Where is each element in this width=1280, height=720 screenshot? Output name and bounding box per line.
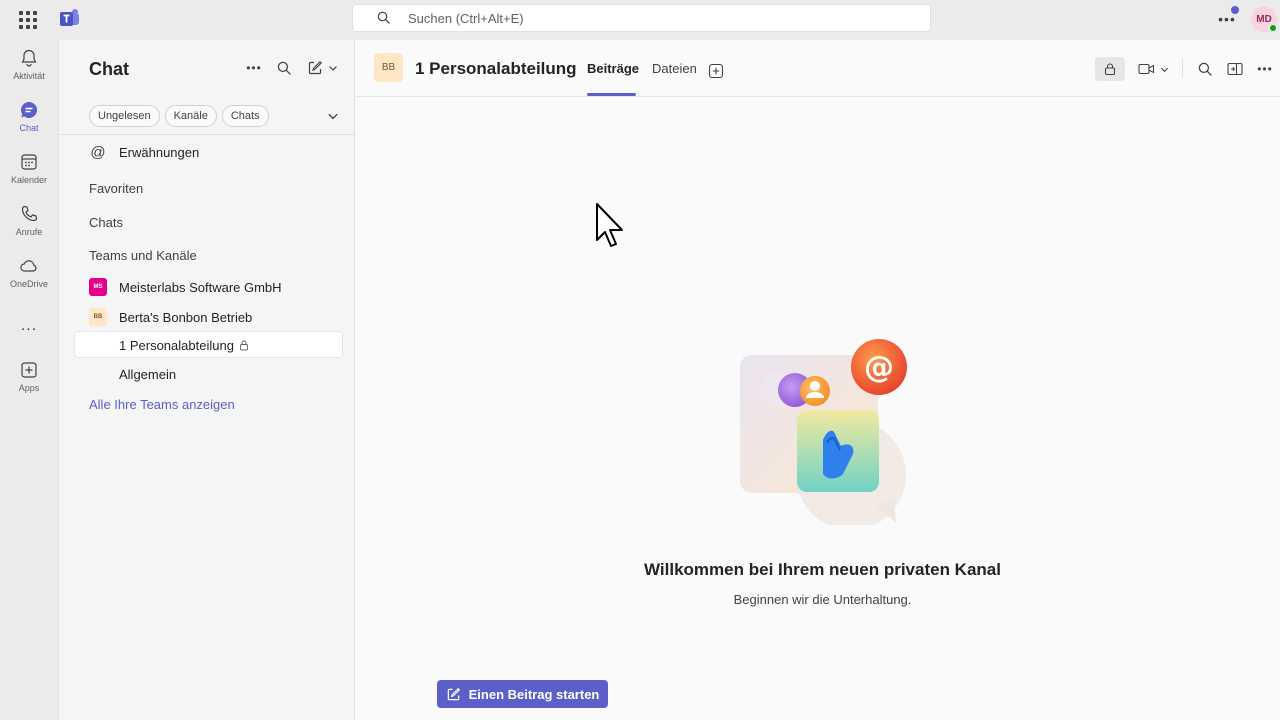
channel-search-button[interactable] — [1195, 57, 1215, 81]
presence-available-icon — [1268, 23, 1278, 33]
apps-add-icon — [21, 362, 37, 378]
more-icon: ... — [20, 317, 38, 334]
video-camera-icon — [1137, 63, 1154, 75]
mouse-pointer-icon — [596, 203, 623, 247]
teams-channels-section[interactable]: Teams und Kanäle — [89, 248, 197, 263]
tab-posts[interactable]: Beiträge — [587, 61, 639, 76]
team-item-meisterlabs[interactable]: MS Meisterlabs Software GmbH — [89, 278, 282, 296]
divider — [59, 134, 355, 135]
rail-item-calendar[interactable]: Kalender — [0, 152, 58, 200]
compose-icon — [447, 687, 460, 700]
search-bar[interactable] — [352, 4, 931, 32]
rail-label: OneDrive — [9, 279, 48, 289]
phone-icon — [21, 205, 38, 222]
filter-unread[interactable]: Ungelesen — [89, 105, 160, 127]
notification-dot — [1231, 6, 1239, 14]
welcome-subtitle: Beginnen wir die Unterhaltung. — [733, 592, 912, 607]
chevron-down-icon — [1160, 67, 1168, 72]
svg-text:@: @ — [864, 350, 894, 385]
chats-section[interactable]: Chats — [89, 215, 123, 230]
welcome-illustration: @ — [740, 339, 907, 525]
mentions-label: Erwähnungen — [119, 145, 200, 160]
rail-item-more[interactable]: ... — [0, 318, 58, 366]
search-input[interactable] — [408, 10, 808, 26]
channel-header: BB 1 Personalabteilung Beiträge Dateien … — [355, 40, 1280, 97]
chat-list-panel: Chat ••• Ungelesen Kanäle Chats @ Erwähn… — [58, 40, 355, 720]
app-launcher-icon[interactable] — [17, 9, 37, 29]
search-icon — [377, 11, 390, 24]
avatar[interactable]: MD — [1251, 6, 1278, 33]
meet-now-button[interactable] — [1135, 57, 1171, 81]
filter-chats[interactable]: Chats — [221, 105, 269, 127]
filter-channels[interactable]: Kanäle — [164, 105, 217, 127]
rail-item-activity[interactable]: Aktivität — [0, 48, 58, 96]
search-icon — [1198, 62, 1212, 76]
app-rail: Aktivität Chat Kalender Anrufe OneDrive … — [0, 40, 58, 720]
rail-label: Apps — [18, 383, 40, 393]
filter-search-icon[interactable] — [272, 56, 296, 80]
rail-label: Anrufe — [15, 227, 43, 237]
rail-label: Kalender — [10, 175, 48, 185]
title-bar: ••• MD — [0, 0, 1280, 40]
more-options-icon[interactable]: ••• — [1255, 57, 1275, 81]
open-side-panel-button[interactable] — [1225, 57, 1245, 81]
channel-team-avatar: BB — [374, 53, 403, 82]
channel-lock-button[interactable] — [1095, 57, 1125, 81]
welcome-title: Willkommen bei Ihrem neuen privaten Kana… — [644, 560, 1001, 579]
chevron-down-icon — [328, 66, 337, 71]
show-all-teams-link[interactable]: Alle Ihre Teams anzeigen — [89, 397, 235, 412]
team-name: Berta's Bonbon Betrieb — [119, 309, 253, 325]
add-tab-button[interactable] — [708, 59, 724, 83]
team-avatar: MS — [89, 278, 107, 296]
channel-name: 1 Personalabteilung — [119, 338, 234, 353]
add-tab-icon — [708, 63, 724, 79]
more-options-icon[interactable]: ••• — [242, 56, 266, 80]
team-item-berta[interactable]: BB Berta's Bonbon Betrieb — [89, 308, 252, 326]
new-chat-button[interactable] — [302, 56, 342, 80]
teams-logo-icon — [60, 9, 79, 26]
at-sign-icon: @ — [90, 144, 106, 161]
chat-icon — [21, 102, 37, 118]
bell-icon — [21, 49, 37, 67]
start-post-label: Einen Beitrag starten — [468, 686, 600, 702]
lock-icon — [240, 340, 248, 351]
tab-files[interactable]: Dateien — [652, 61, 697, 76]
favorites-section[interactable]: Favoriten — [89, 181, 143, 196]
start-post-button[interactable]: Einen Beitrag starten — [437, 680, 608, 708]
rail-item-chat[interactable]: Chat — [0, 100, 58, 148]
team-avatar: BB — [89, 308, 107, 326]
rail-item-onedrive[interactable]: OneDrive — [0, 256, 58, 304]
channel-main-area: BB 1 Personalabteilung Beiträge Dateien … — [355, 40, 1280, 720]
divider — [1182, 58, 1183, 78]
active-tab-indicator — [587, 93, 636, 96]
channel-item-allgemein[interactable]: Allgemein — [119, 367, 176, 382]
channel-item-personalabteilung[interactable]: 1 Personalabteilung — [74, 331, 343, 358]
rail-label: Chat — [19, 123, 39, 133]
channel-title: 1 Personalabteilung — [415, 59, 577, 78]
rail-item-apps[interactable]: Apps — [0, 360, 58, 408]
team-name: Meisterlabs Software GmbH — [119, 279, 282, 295]
filter-expand-chevron-icon[interactable] — [321, 104, 345, 128]
lock-icon — [1104, 63, 1116, 76]
panel-title: Chat — [89, 59, 129, 79]
side-panel-icon — [1227, 62, 1243, 76]
compose-icon — [308, 61, 322, 75]
rail-item-calls[interactable]: Anrufe — [0, 204, 58, 252]
mentions-item[interactable]: @ Erwähnungen — [89, 144, 199, 161]
filter-pills: Ungelesen Kanäle Chats — [89, 105, 269, 127]
rail-label: Aktivität — [13, 71, 45, 81]
cloud-icon — [20, 260, 37, 272]
calendar-icon — [21, 154, 37, 170]
